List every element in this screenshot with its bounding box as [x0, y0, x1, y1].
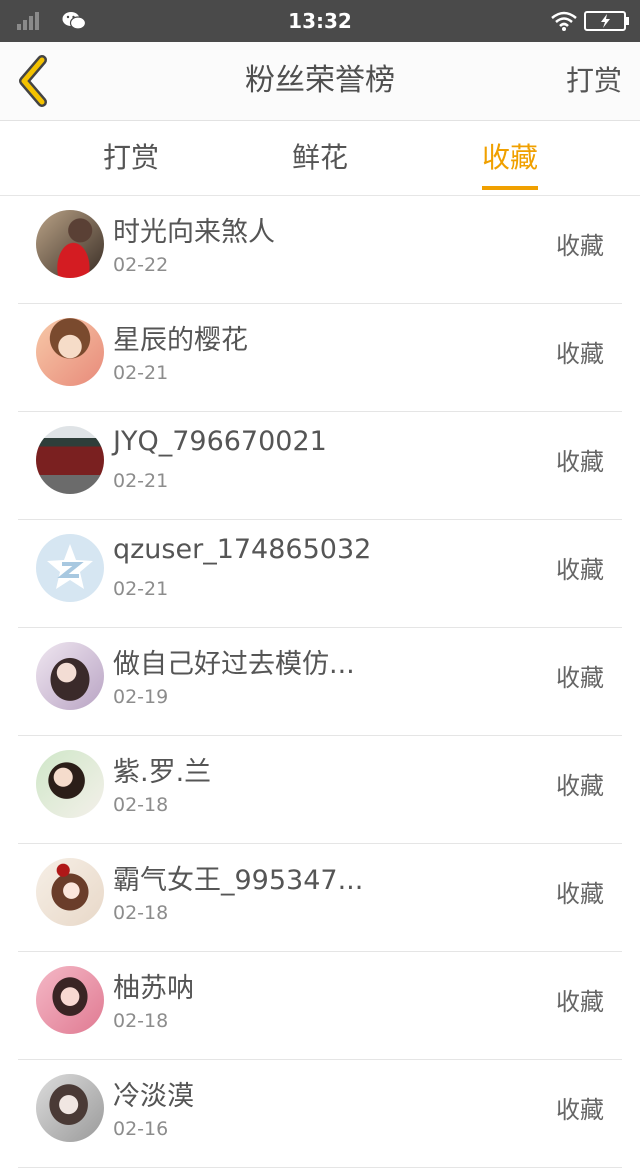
- fan-name: 星辰的樱花: [113, 325, 248, 356]
- avatar: [36, 210, 104, 278]
- tab-flowers[interactable]: 鲜花: [250, 121, 390, 195]
- fan-date: 02-21: [113, 578, 169, 600]
- fan-name: JYQ_796670021: [113, 426, 327, 457]
- fan-type: 收藏: [556, 340, 604, 368]
- fan-type: 收藏: [556, 664, 604, 692]
- fan-name: 霸气女王_995347...: [113, 865, 364, 896]
- battery-icon: [584, 11, 629, 31]
- fan-type: 收藏: [556, 556, 604, 584]
- avatar: [36, 1074, 104, 1142]
- wifi-icon: [551, 11, 577, 31]
- list-item[interactable]: 冷淡漠 02-16 收藏: [0, 1060, 640, 1168]
- avatar: [36, 534, 104, 602]
- fan-date: 02-18: [113, 902, 169, 924]
- fan-name: qzuser_174865032: [113, 534, 372, 565]
- fan-date: 02-16: [113, 1118, 169, 1140]
- fan-type: 收藏: [556, 232, 604, 260]
- list-item[interactable]: 柚苏呐 02-18 收藏: [0, 952, 640, 1060]
- fan-date: 02-18: [113, 794, 169, 816]
- fan-name: 紫.罗.兰: [113, 757, 212, 788]
- fan-date: 02-19: [113, 686, 169, 708]
- avatar: [36, 642, 104, 710]
- fan-name: 冷淡漠: [113, 1081, 194, 1112]
- fan-name: 时光向来煞人: [113, 217, 275, 248]
- status-bar: 13:32: [0, 0, 640, 42]
- avatar: [36, 966, 104, 1034]
- avatar: [36, 858, 104, 926]
- fan-type: 收藏: [556, 772, 604, 800]
- fan-name: 柚苏呐: [113, 973, 194, 1004]
- list-item[interactable]: qzuser_174865032 02-21 收藏: [0, 520, 640, 628]
- list-item[interactable]: 霸气女王_995347... 02-18 收藏: [0, 844, 640, 952]
- reward-button[interactable]: 打赏: [566, 42, 622, 120]
- fan-date: 02-21: [113, 470, 169, 492]
- fan-date: 02-21: [113, 362, 169, 384]
- default-avatar-icon: [47, 544, 93, 589]
- avatar: [36, 750, 104, 818]
- list-item[interactable]: JYQ_796670021 02-21 收藏: [0, 412, 640, 520]
- clock: 13:32: [288, 9, 352, 33]
- fan-date: 02-22: [113, 254, 169, 276]
- fan-name: 做自己好过去模仿...: [113, 649, 355, 680]
- fan-type: 收藏: [556, 988, 604, 1016]
- fan-type: 收藏: [556, 448, 604, 476]
- list-item[interactable]: 时光向来煞人 02-22 收藏: [0, 196, 640, 304]
- fan-list: 时光向来煞人 02-22 收藏 星辰的樱花 02-21 收藏 JYQ_79667…: [0, 196, 640, 1168]
- list-item[interactable]: 星辰的樱花 02-21 收藏: [0, 304, 640, 412]
- fan-type: 收藏: [556, 1096, 604, 1124]
- fan-type: 收藏: [556, 880, 604, 908]
- page-title: 粉丝荣誉榜: [245, 63, 395, 98]
- avatar: [36, 426, 104, 494]
- tab-favorites[interactable]: 收藏: [440, 121, 580, 195]
- nav-bar: 粉丝荣誉榜 打赏: [0, 42, 640, 121]
- avatar: [36, 318, 104, 386]
- tab-bar: 打赏 鲜花 收藏: [0, 121, 640, 196]
- fan-date: 02-18: [113, 1010, 169, 1032]
- tab-reward[interactable]: 打赏: [61, 121, 201, 195]
- active-tab-indicator: [482, 186, 538, 190]
- list-item[interactable]: 做自己好过去模仿... 02-19 收藏: [0, 628, 640, 736]
- list-item[interactable]: 紫.罗.兰 02-18 收藏: [0, 736, 640, 844]
